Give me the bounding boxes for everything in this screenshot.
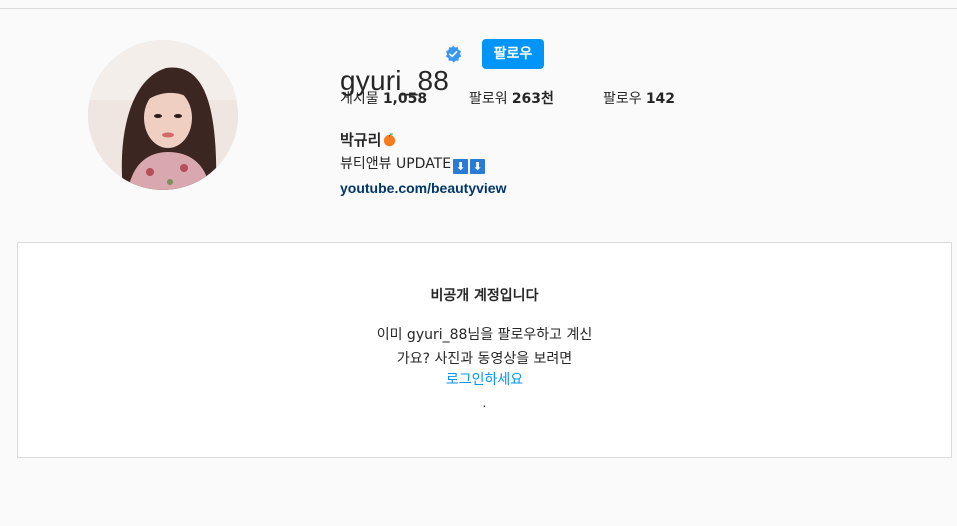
verified-badge-icon — [445, 45, 462, 63]
down-arrow-icon: ⬇ — [453, 159, 469, 174]
profile-avatar[interactable] — [88, 40, 238, 190]
bio-text: 뷰티앤뷰 UPDATE — [340, 156, 452, 172]
stat-followers-value: 263천 — [511, 91, 554, 107]
profile-website-link[interactable]: youtube.com/beautyview — [340, 178, 506, 198]
stat-followers[interactable]: 팔로워 263천 — [469, 89, 554, 109]
profile-bio: 뷰티앤뷰 UPDATE ⬇ ⬇ — [340, 154, 486, 174]
stat-following-value: 142 — [645, 91, 676, 107]
tangerine-icon — [384, 133, 396, 147]
private-message-line1: 이미 gyuri_88님을 팔로우하고 계신 — [376, 327, 593, 343]
follow-button[interactable]: 팔로우 — [482, 39, 544, 69]
private-message-line2: 가요? 사진과 동영상을 보려면 — [396, 351, 573, 367]
login-link[interactable]: 로그인하세요 — [18, 370, 951, 390]
stat-followers-label: 팔로워 — [469, 91, 508, 107]
down-arrow-icon: ⬇ — [470, 159, 486, 174]
stat-following-label: 팔로우 — [603, 91, 642, 107]
private-account-message: 이미 gyuri_88님을 팔로우하고 계신 가요? 사진과 동영상을 보려면 — [18, 323, 951, 371]
profile-header: gyuri_88 팔로우 게시물 1,058 팔로워 263천 팔로우 142 … — [0, 9, 957, 243]
full-name-text: 박규리 — [340, 131, 382, 149]
profile-full-name: 박규리 — [340, 130, 397, 150]
stat-following[interactable]: 팔로우 142 — [603, 89, 675, 109]
trailing-period: . — [482, 394, 487, 410]
private-account-notice: 비공개 계정입니다 이미 gyuri_88님을 팔로우하고 계신 가요? 사진과… — [17, 243, 952, 458]
stat-posts: 게시물 1,058 — [340, 89, 427, 109]
stat-posts-value: 1,058 — [382, 91, 428, 107]
private-account-title: 비공개 계정입니다 — [430, 288, 539, 304]
stat-posts-label: 게시물 — [340, 91, 379, 107]
